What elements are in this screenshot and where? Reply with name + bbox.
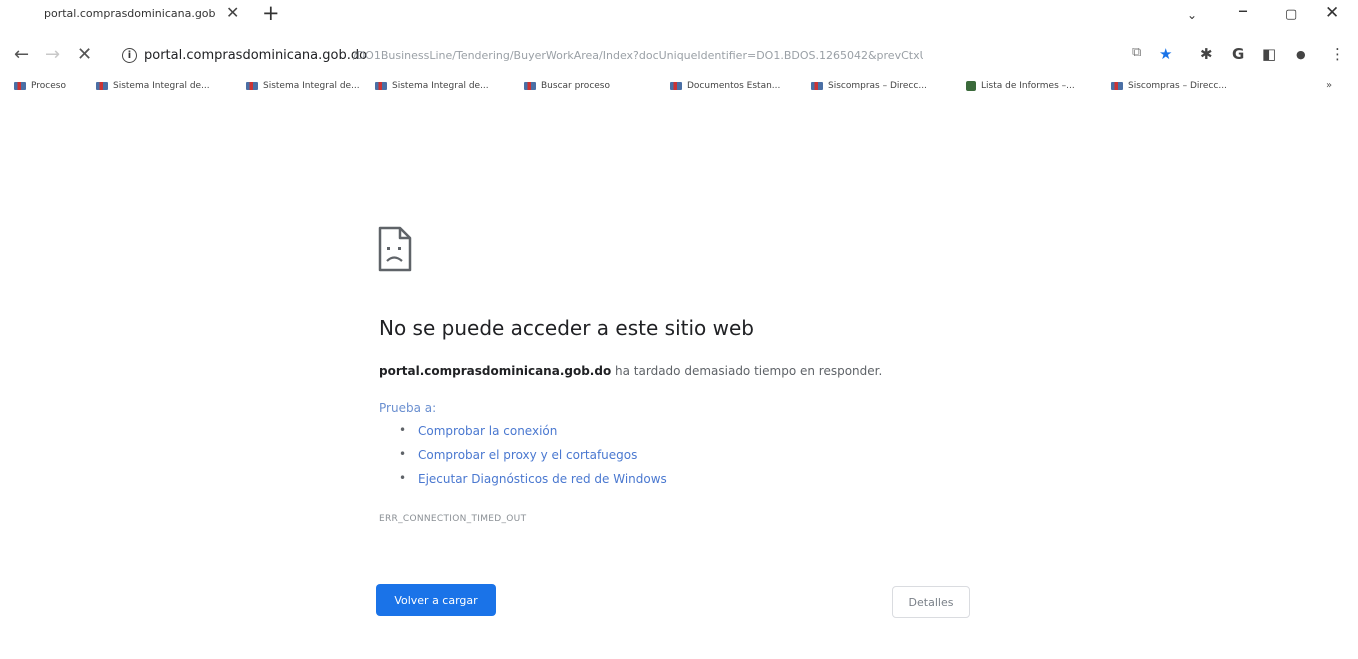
menu-icon[interactable]: ⋮: [1330, 45, 1345, 63]
bookmark-item[interactable]: Sistema Integral de...: [375, 81, 489, 91]
new-tab-button[interactable]: +: [262, 1, 280, 25]
bookmark-item[interactable]: Sistema Integral de...: [246, 81, 360, 91]
browser-tab[interactable]: portal.comprasdominicana.gob ✕: [0, 0, 250, 32]
bookmark-favicon-icon: [524, 82, 536, 90]
error-host: portal.comprasdominicana.gob.do: [379, 364, 612, 378]
tab-search-icon[interactable]: ⌄: [1187, 8, 1197, 22]
stop-loading-icon[interactable]: ✕: [77, 44, 92, 65]
url-path: /DO1BusinessLine/Tendering/BuyerWorkArea…: [353, 49, 923, 62]
error-title: No se puede acceder a este sitio web: [379, 316, 754, 340]
site-info-icon[interactable]: i: [122, 48, 137, 63]
tab-title: portal.comprasdominicana.gob: [44, 7, 216, 20]
bookmarks-overflow-icon[interactable]: »: [1326, 80, 1332, 91]
bookmark-favicon-icon: [1111, 82, 1123, 90]
tab-strip: portal.comprasdominicana.gob ✕ + ⌄ – ▢ ✕: [0, 0, 1358, 32]
bookmarks-bar: Proceso Sistema Integral de... Sistema I…: [0, 78, 1358, 100]
error-code: ERR_CONNECTION_TIMED_OUT: [379, 514, 527, 524]
side-panel-icon[interactable]: ◧: [1262, 45, 1276, 63]
error-message: ha tardado demasiado tiempo en responder…: [615, 364, 883, 378]
bookmark-favicon-icon: [670, 82, 682, 90]
forward-icon[interactable]: →: [45, 44, 60, 65]
bookmark-item[interactable]: Proceso: [14, 81, 66, 91]
bookmark-favicon-icon: [966, 81, 976, 91]
suggestion-run-diagnostics[interactable]: Ejecutar Diagnósticos de red de Windows: [396, 471, 667, 496]
install-app-icon[interactable]: ⧉: [1132, 45, 1141, 60]
suggestion-check-connection[interactable]: Comprobar la conexión: [396, 423, 667, 448]
error-description: portal.comprasdominicana.gob.do ha tarda…: [379, 364, 882, 378]
profile-icon[interactable]: ●: [1296, 48, 1306, 61]
try-label: Prueba a:: [379, 401, 437, 415]
tab-close-icon[interactable]: ✕: [226, 3, 239, 22]
extensions-icon[interactable]: ✱: [1200, 45, 1213, 63]
reload-button[interactable]: Volver a cargar: [376, 584, 496, 616]
details-button[interactable]: Detalles: [892, 586, 970, 618]
suggestions-list: Comprobar la conexión Comprobar el proxy…: [396, 423, 667, 496]
google-extension-icon[interactable]: G: [1232, 45, 1244, 63]
maximize-button[interactable]: ▢: [1285, 7, 1297, 22]
back-icon[interactable]: ←: [14, 44, 29, 65]
bookmark-favicon-icon: [14, 82, 26, 90]
browser-toolbar: ← → ✕ i portal.comprasdominicana.gob.do …: [0, 40, 1358, 72]
bookmark-item[interactable]: Lista de Informes –...: [966, 81, 1075, 91]
address-bar[interactable]: i portal.comprasdominicana.gob.do /DO1Bu…: [116, 44, 1116, 70]
suggestion-check-proxy[interactable]: Comprobar el proxy y el cortafuegos: [396, 447, 667, 472]
bookmark-item[interactable]: Siscompras – Direcc...: [811, 81, 927, 91]
bookmark-star-icon[interactable]: ★: [1159, 45, 1172, 63]
url-host: portal.comprasdominicana.gob.do: [144, 48, 368, 63]
close-window-button[interactable]: ✕: [1325, 3, 1339, 23]
bookmark-favicon-icon: [96, 82, 108, 90]
bookmark-favicon-icon: [246, 82, 258, 90]
minimize-button[interactable]: –: [1238, 0, 1248, 22]
bookmark-item[interactable]: Siscompras – Direcc...: [1111, 81, 1227, 91]
bookmark-favicon-icon: [811, 82, 823, 90]
bookmark-item[interactable]: Buscar proceso: [524, 81, 610, 91]
bookmark-item[interactable]: Sistema Integral de...: [96, 81, 210, 91]
sad-page-icon: [378, 226, 412, 272]
bookmark-item[interactable]: Documentos Estan...: [670, 81, 780, 91]
bookmark-favicon-icon: [375, 82, 387, 90]
